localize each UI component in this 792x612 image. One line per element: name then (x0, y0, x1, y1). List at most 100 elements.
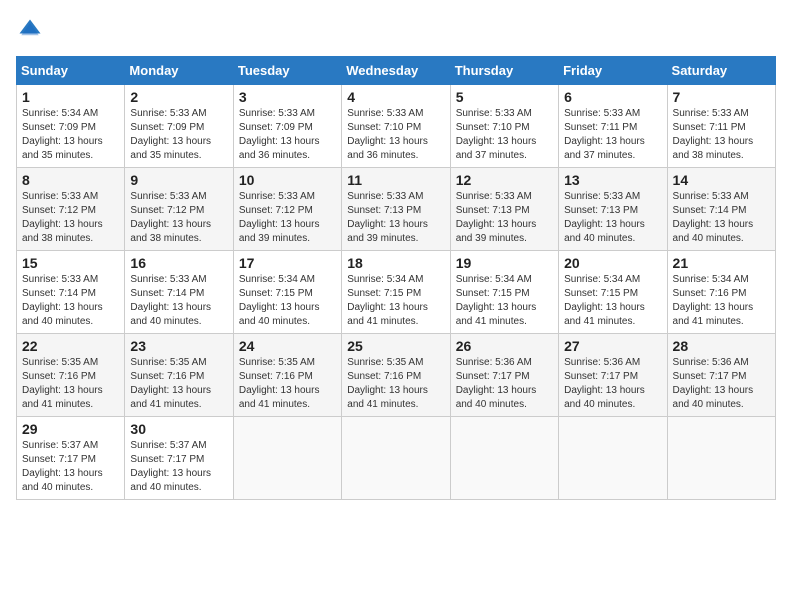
week-row-4: 22 Sunrise: 5:35 AMSunset: 7:16 PMDaylig… (17, 334, 776, 417)
calendar-table: SundayMondayTuesdayWednesdayThursdayFrid… (16, 56, 776, 500)
day-info: Sunrise: 5:34 AMSunset: 7:09 PMDaylight:… (22, 108, 103, 161)
day-number: 9 (130, 172, 227, 188)
day-number: 24 (239, 338, 336, 354)
day-info: Sunrise: 5:33 AMSunset: 7:11 PMDaylight:… (564, 108, 645, 161)
calendar-cell: 14 Sunrise: 5:33 AMSunset: 7:14 PMDaylig… (667, 168, 775, 251)
day-info: Sunrise: 5:34 AMSunset: 7:15 PMDaylight:… (564, 274, 645, 327)
calendar-cell: 28 Sunrise: 5:36 AMSunset: 7:17 PMDaylig… (667, 334, 775, 417)
header-wednesday: Wednesday (342, 57, 450, 85)
header-saturday: Saturday (667, 57, 775, 85)
day-number: 28 (673, 338, 770, 354)
day-info: Sunrise: 5:34 AMSunset: 7:16 PMDaylight:… (673, 274, 754, 327)
day-info: Sunrise: 5:36 AMSunset: 7:17 PMDaylight:… (456, 357, 537, 410)
day-number: 17 (239, 255, 336, 271)
calendar-cell: 29 Sunrise: 5:37 AMSunset: 7:17 PMDaylig… (17, 417, 125, 500)
day-number: 3 (239, 89, 336, 105)
calendar-cell: 3 Sunrise: 5:33 AMSunset: 7:09 PMDayligh… (233, 85, 341, 168)
calendar-cell (342, 417, 450, 500)
logo (16, 16, 48, 44)
calendar-cell: 13 Sunrise: 5:33 AMSunset: 7:13 PMDaylig… (559, 168, 667, 251)
page-header (16, 16, 776, 44)
day-number: 25 (347, 338, 444, 354)
calendar-cell: 9 Sunrise: 5:33 AMSunset: 7:12 PMDayligh… (125, 168, 233, 251)
calendar-cell: 6 Sunrise: 5:33 AMSunset: 7:11 PMDayligh… (559, 85, 667, 168)
day-number: 27 (564, 338, 661, 354)
day-number: 16 (130, 255, 227, 271)
day-info: Sunrise: 5:35 AMSunset: 7:16 PMDaylight:… (239, 357, 320, 410)
calendar-cell: 26 Sunrise: 5:36 AMSunset: 7:17 PMDaylig… (450, 334, 558, 417)
calendar-cell: 12 Sunrise: 5:33 AMSunset: 7:13 PMDaylig… (450, 168, 558, 251)
day-number: 30 (130, 421, 227, 437)
day-info: Sunrise: 5:33 AMSunset: 7:11 PMDaylight:… (673, 108, 754, 161)
day-info: Sunrise: 5:35 AMSunset: 7:16 PMDaylight:… (130, 357, 211, 410)
day-info: Sunrise: 5:37 AMSunset: 7:17 PMDaylight:… (130, 440, 211, 493)
day-number: 19 (456, 255, 553, 271)
day-info: Sunrise: 5:33 AMSunset: 7:10 PMDaylight:… (456, 108, 537, 161)
day-number: 7 (673, 89, 770, 105)
day-info: Sunrise: 5:33 AMSunset: 7:09 PMDaylight:… (239, 108, 320, 161)
day-info: Sunrise: 5:37 AMSunset: 7:17 PMDaylight:… (22, 440, 103, 493)
day-number: 10 (239, 172, 336, 188)
day-number: 5 (456, 89, 553, 105)
day-info: Sunrise: 5:36 AMSunset: 7:17 PMDaylight:… (673, 357, 754, 410)
calendar-cell: 11 Sunrise: 5:33 AMSunset: 7:13 PMDaylig… (342, 168, 450, 251)
day-info: Sunrise: 5:33 AMSunset: 7:10 PMDaylight:… (347, 108, 428, 161)
day-info: Sunrise: 5:33 AMSunset: 7:09 PMDaylight:… (130, 108, 211, 161)
calendar-cell: 25 Sunrise: 5:35 AMSunset: 7:16 PMDaylig… (342, 334, 450, 417)
header-friday: Friday (559, 57, 667, 85)
calendar-cell: 18 Sunrise: 5:34 AMSunset: 7:15 PMDaylig… (342, 251, 450, 334)
day-number: 13 (564, 172, 661, 188)
day-number: 20 (564, 255, 661, 271)
day-info: Sunrise: 5:33 AMSunset: 7:14 PMDaylight:… (673, 191, 754, 244)
calendar-cell (450, 417, 558, 500)
day-number: 1 (22, 89, 119, 105)
calendar-cell: 23 Sunrise: 5:35 AMSunset: 7:16 PMDaylig… (125, 334, 233, 417)
day-number: 4 (347, 89, 444, 105)
day-info: Sunrise: 5:33 AMSunset: 7:12 PMDaylight:… (130, 191, 211, 244)
calendar-body: 1 Sunrise: 5:34 AMSunset: 7:09 PMDayligh… (17, 85, 776, 500)
day-number: 26 (456, 338, 553, 354)
calendar-cell: 10 Sunrise: 5:33 AMSunset: 7:12 PMDaylig… (233, 168, 341, 251)
header-sunday: Sunday (17, 57, 125, 85)
day-number: 12 (456, 172, 553, 188)
calendar-cell: 19 Sunrise: 5:34 AMSunset: 7:15 PMDaylig… (450, 251, 558, 334)
day-number: 21 (673, 255, 770, 271)
day-info: Sunrise: 5:35 AMSunset: 7:16 PMDaylight:… (347, 357, 428, 410)
calendar-cell (559, 417, 667, 500)
calendar-cell: 1 Sunrise: 5:34 AMSunset: 7:09 PMDayligh… (17, 85, 125, 168)
calendar-cell: 16 Sunrise: 5:33 AMSunset: 7:14 PMDaylig… (125, 251, 233, 334)
day-number: 22 (22, 338, 119, 354)
week-row-1: 1 Sunrise: 5:34 AMSunset: 7:09 PMDayligh… (17, 85, 776, 168)
day-number: 14 (673, 172, 770, 188)
day-number: 23 (130, 338, 227, 354)
day-info: Sunrise: 5:33 AMSunset: 7:14 PMDaylight:… (22, 274, 103, 327)
day-number: 18 (347, 255, 444, 271)
calendar-header-row: SundayMondayTuesdayWednesdayThursdayFrid… (17, 57, 776, 85)
day-info: Sunrise: 5:34 AMSunset: 7:15 PMDaylight:… (456, 274, 537, 327)
calendar-cell: 27 Sunrise: 5:36 AMSunset: 7:17 PMDaylig… (559, 334, 667, 417)
day-info: Sunrise: 5:33 AMSunset: 7:13 PMDaylight:… (347, 191, 428, 244)
day-number: 29 (22, 421, 119, 437)
day-info: Sunrise: 5:34 AMSunset: 7:15 PMDaylight:… (347, 274, 428, 327)
calendar-cell: 24 Sunrise: 5:35 AMSunset: 7:16 PMDaylig… (233, 334, 341, 417)
day-info: Sunrise: 5:33 AMSunset: 7:13 PMDaylight:… (564, 191, 645, 244)
day-number: 6 (564, 89, 661, 105)
week-row-5: 29 Sunrise: 5:37 AMSunset: 7:17 PMDaylig… (17, 417, 776, 500)
day-info: Sunrise: 5:33 AMSunset: 7:12 PMDaylight:… (22, 191, 103, 244)
calendar-cell: 20 Sunrise: 5:34 AMSunset: 7:15 PMDaylig… (559, 251, 667, 334)
day-info: Sunrise: 5:34 AMSunset: 7:15 PMDaylight:… (239, 274, 320, 327)
day-info: Sunrise: 5:33 AMSunset: 7:13 PMDaylight:… (456, 191, 537, 244)
calendar-cell: 7 Sunrise: 5:33 AMSunset: 7:11 PMDayligh… (667, 85, 775, 168)
logo-icon (16, 16, 44, 44)
calendar-cell: 5 Sunrise: 5:33 AMSunset: 7:10 PMDayligh… (450, 85, 558, 168)
calendar-cell: 15 Sunrise: 5:33 AMSunset: 7:14 PMDaylig… (17, 251, 125, 334)
calendar-cell: 30 Sunrise: 5:37 AMSunset: 7:17 PMDaylig… (125, 417, 233, 500)
calendar-cell: 4 Sunrise: 5:33 AMSunset: 7:10 PMDayligh… (342, 85, 450, 168)
calendar-cell: 17 Sunrise: 5:34 AMSunset: 7:15 PMDaylig… (233, 251, 341, 334)
day-info: Sunrise: 5:36 AMSunset: 7:17 PMDaylight:… (564, 357, 645, 410)
calendar-cell (667, 417, 775, 500)
day-info: Sunrise: 5:33 AMSunset: 7:14 PMDaylight:… (130, 274, 211, 327)
header-monday: Monday (125, 57, 233, 85)
week-row-3: 15 Sunrise: 5:33 AMSunset: 7:14 PMDaylig… (17, 251, 776, 334)
day-number: 15 (22, 255, 119, 271)
